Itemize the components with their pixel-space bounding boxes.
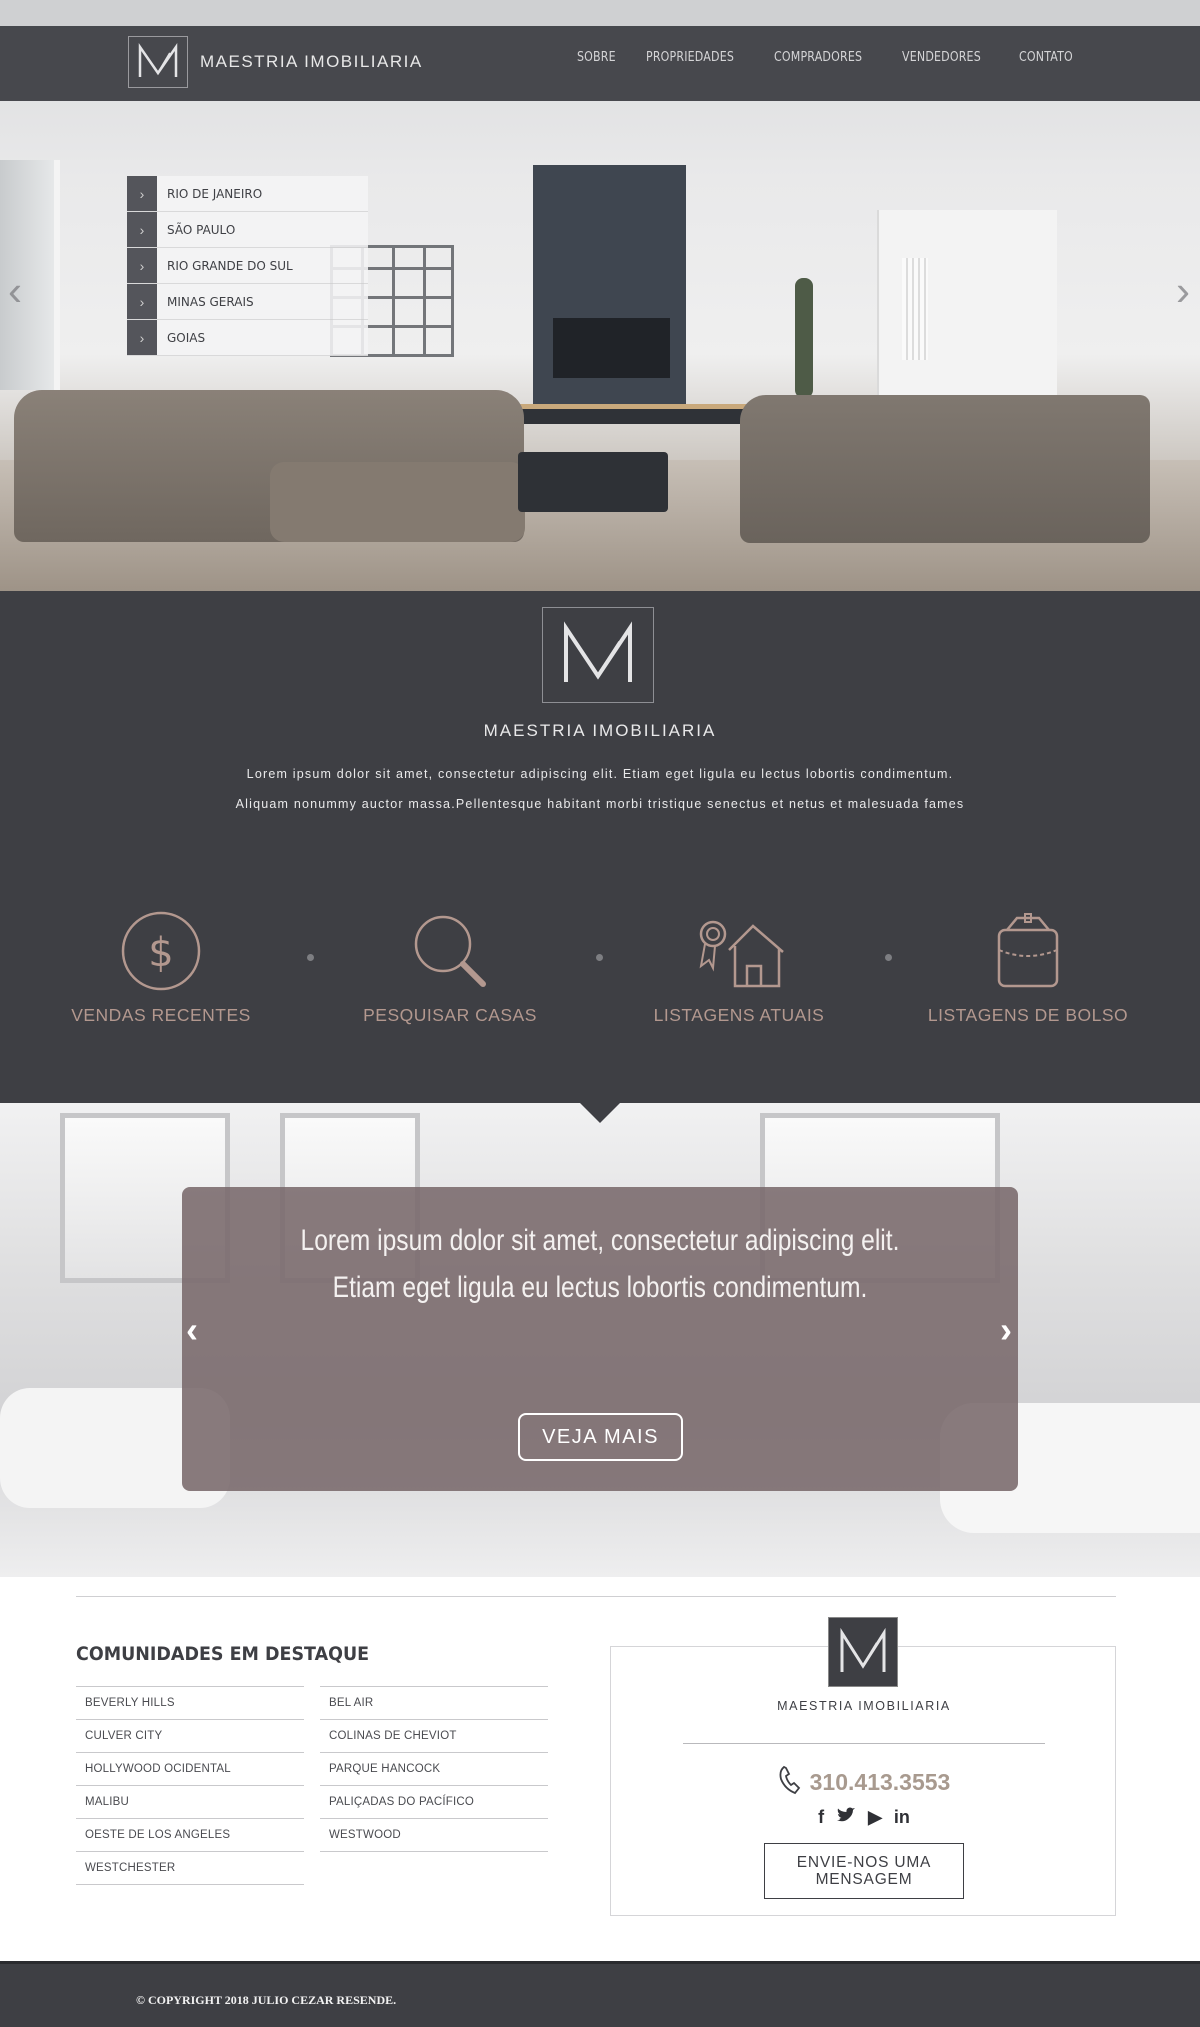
twitter-icon[interactable] — [836, 1807, 856, 1828]
community-link[interactable]: PARQUE HANCOCK — [320, 1753, 548, 1786]
m-logo-icon — [828, 1617, 898, 1687]
intro-brand-name: MAESTRIA IMOBILIARIA — [483, 721, 717, 740]
nav-sobre[interactable]: SOBRE — [577, 50, 616, 65]
send-message-button[interactable]: ENVIE-NOS UMA MENSAGEM — [764, 1843, 964, 1899]
region-item-rio-grande-do-sul[interactable]: › RIO GRANDE DO SUL — [127, 248, 368, 284]
contact-brand-name: MAESTRIA IMOBILIARIA — [777, 1699, 951, 1713]
region-label: SÃO PAULO — [167, 222, 236, 237]
hero-coffee-table — [518, 452, 668, 512]
intro-section: MAESTRIA IMOBILIARIA Lorem ipsum dolor s… — [0, 591, 1200, 1103]
region-item-rio-de-janeiro[interactable]: › RIO DE JANEIRO — [127, 176, 368, 212]
footer: © COPYRIGHT 2018 JULIO CEZAR RESENDE. — [0, 1961, 1200, 2027]
separator-dot — [307, 954, 314, 961]
community-link[interactable]: OESTE DE LOS ANGELES — [76, 1819, 304, 1852]
pocket-bag-icon — [898, 911, 1158, 991]
intro-text-line-1: Lorem ipsum dolor sit amet, consectetur … — [246, 767, 954, 781]
region-item-goias[interactable]: › GOIAS — [127, 320, 368, 356]
copyright-text: © COPYRIGHT 2018 JULIO CEZAR RESENDE. — [136, 1993, 397, 2007]
communities-title: COMUNIDADES EM DESTAQUE — [76, 1643, 370, 1665]
hero-ceiling — [0, 0, 1200, 26]
slide-next-arrow-icon[interactable]: › — [1000, 1312, 1012, 1348]
contact-card: MAESTRIA IMOBILIARIA 310.413.3553 f ▶ in… — [610, 1617, 1117, 1916]
youtube-play-icon[interactable]: ▶ — [868, 1807, 882, 1828]
brand-logo[interactable]: MAESTRIA IMOBILIARIA — [128, 36, 423, 88]
hero-tv — [553, 318, 670, 378]
send-message-label-2: MENSAGEM — [815, 1871, 913, 1888]
region-label: RIO DE JANEIRO — [167, 186, 263, 201]
community-link[interactable]: CULVER CITY — [76, 1720, 304, 1753]
communities-list-right: BEL AIR COLINAS DE CHEVIOT PARQUE HANCOC… — [320, 1686, 548, 1852]
slide-card: Lorem ipsum dolor sit amet, consectetur … — [182, 1187, 1018, 1491]
chevron-right-icon: › — [127, 248, 157, 283]
svg-text:$: $ — [148, 930, 173, 976]
brand-name: MAESTRIA IMOBILIARIA — [200, 52, 423, 71]
dollar-circle-icon: $ — [31, 911, 291, 991]
community-link[interactable]: MALIBU — [76, 1786, 304, 1819]
feature-listagens-atuais[interactable]: LISTAGENS ATUAIS — [609, 911, 869, 1026]
phone-number: 310.413.3553 — [809, 1769, 951, 1795]
hero-prev-arrow-icon[interactable]: ‹ — [8, 270, 22, 312]
house-award-icon — [609, 911, 869, 991]
main-nav: SOBRE PROPRIEDADES COMPRADORES VENDEDORE… — [577, 50, 1082, 65]
chevron-right-icon: › — [127, 284, 157, 319]
chevron-right-icon: › — [127, 176, 157, 211]
feature-label: LISTAGENS ATUAIS — [653, 1005, 825, 1025]
nav-compradores[interactable]: COMPRADORES — [774, 50, 862, 65]
community-link[interactable]: WESTWOOD — [320, 1819, 548, 1852]
nav-contato[interactable]: CONTATO — [1019, 50, 1073, 65]
region-menu: › RIO DE JANEIRO › SÃO PAULO › RIO GRANDE D… — [127, 176, 368, 356]
m-logo-icon — [542, 607, 654, 703]
community-link[interactable]: BEL AIR — [320, 1687, 548, 1720]
hero-sofa-chaise — [270, 462, 525, 542]
chevron-right-icon: › — [127, 320, 157, 355]
separator-dot — [885, 954, 892, 961]
community-link[interactable]: BEVERLY HILLS — [76, 1687, 304, 1720]
linkedin-icon[interactable]: in — [894, 1807, 910, 1828]
region-label: RIO GRANDE DO SUL — [167, 258, 293, 273]
feature-label: VENDAS RECENTES — [71, 1005, 251, 1025]
magnifier-icon — [320, 911, 580, 991]
send-message-label-1: ENVIE-NOS UMA — [796, 1854, 932, 1871]
slide-headline-line-1: Lorem ipsum dolor sit amet, consectetur … — [300, 1224, 900, 1257]
promo-slider: Lorem ipsum dolor sit amet, consectetur … — [0, 1103, 1200, 1577]
contact-divider — [683, 1743, 1045, 1744]
nav-vendedores[interactable]: VENDEDORES — [902, 50, 981, 65]
feature-label: PESQUISAR CASAS — [363, 1005, 537, 1025]
social-links: f ▶ in — [611, 1807, 1117, 1828]
community-link[interactable]: PALIÇADAS DO PACÍFICO — [320, 1786, 548, 1819]
section-divider — [76, 1596, 1116, 1597]
community-link[interactable]: WESTCHESTER — [76, 1852, 304, 1885]
nav-propriedades[interactable]: PROPRIEDADES — [646, 50, 734, 65]
veja-mais-button[interactable]: VEJA MAIS — [518, 1413, 683, 1461]
intro-text-line-2: Aliquam nonummy auctor massa.Pellentesqu… — [235, 797, 965, 811]
community-link[interactable]: COLINAS DE CHEVIOT — [320, 1720, 548, 1753]
region-item-minas-gerais[interactable]: › MINAS GERAIS — [127, 284, 368, 320]
phone-link[interactable]: 310.413.3553 — [611, 1765, 1117, 1800]
facebook-icon[interactable]: f — [818, 1807, 824, 1828]
phone-icon — [778, 1765, 802, 1800]
community-link[interactable]: HOLLYWOOD OCIDENTAL — [76, 1753, 304, 1786]
hero-radiator — [902, 258, 928, 360]
hero-plant — [795, 278, 813, 398]
separator-dot — [596, 954, 603, 961]
chevron-right-icon: › — [127, 212, 157, 247]
feature-pesquisar-casas[interactable]: PESQUISAR CASAS — [320, 911, 580, 1026]
region-label: GOIAS — [167, 330, 206, 345]
section-notch — [580, 1103, 620, 1123]
m-logo-icon — [128, 36, 188, 88]
region-item-sao-paulo[interactable]: › SÃO PAULO — [127, 212, 368, 248]
hero-next-arrow-icon[interactable]: › — [1176, 270, 1190, 312]
feature-label: LISTAGENS DE BOLSO — [927, 1005, 1129, 1025]
slide-prev-arrow-icon[interactable]: ‹ — [186, 1312, 198, 1348]
region-label: MINAS GERAIS — [167, 294, 254, 309]
communities-list-left: BEVERLY HILLS CULVER CITY HOLLYWOOD OCID… — [76, 1686, 304, 1885]
slide-headline-line-2: Etiam eget ligula eu lectus lobortis con… — [332, 1271, 868, 1304]
feature-listagens-de-bolso[interactable]: LISTAGENS DE BOLSO — [898, 911, 1158, 1026]
hero-sofa-right — [740, 395, 1150, 543]
feature-vendas-recentes[interactable]: $ VENDAS RECENTES — [31, 911, 291, 1026]
slide-headline: Lorem ipsum dolor sit amet, consectetur … — [257, 1217, 943, 1311]
